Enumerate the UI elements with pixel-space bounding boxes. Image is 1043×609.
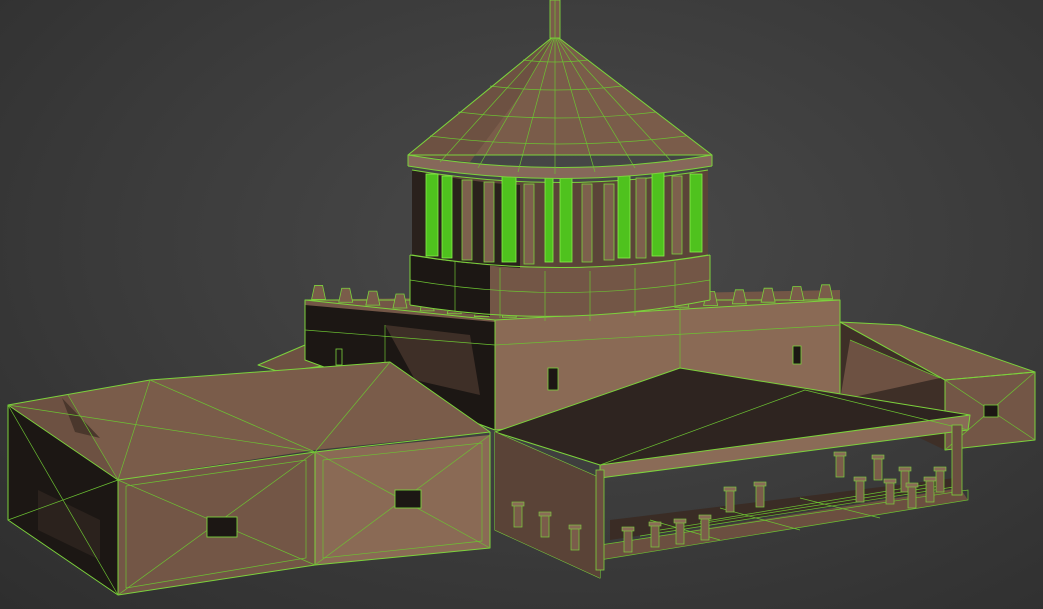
pillar-cap (853, 476, 867, 482)
pillar-cap (833, 451, 847, 457)
pillar-cap (883, 478, 897, 484)
model-render[interactable] (0, 0, 1043, 609)
merlon (818, 284, 834, 300)
pillar-cap (648, 521, 662, 527)
merlon (338, 287, 354, 303)
pillar (700, 517, 710, 541)
pillar-cap (923, 476, 937, 482)
pillar (675, 521, 685, 545)
pillar (623, 529, 633, 553)
pillar-cap (753, 481, 767, 487)
pillar-cap (511, 501, 525, 507)
window-1 (206, 516, 238, 538)
3d-viewport[interactable] (0, 0, 1043, 609)
merlon (311, 285, 327, 300)
pillar (835, 454, 845, 478)
pillar (755, 484, 765, 508)
pillar (907, 485, 917, 509)
merlon (789, 286, 805, 301)
pillar-cap (673, 518, 687, 524)
pillar-cap (933, 466, 947, 472)
pillar-cap (538, 511, 552, 517)
pillar-cap (898, 466, 912, 472)
pillar-cap (871, 454, 885, 460)
pillar (873, 457, 883, 481)
pillar (885, 481, 895, 505)
pillar-cap (698, 514, 712, 520)
pillar-cap (621, 526, 635, 532)
pillar-cap (723, 486, 737, 492)
merlon (365, 290, 381, 306)
left-wing (7, 361, 491, 596)
pillar (540, 514, 550, 538)
pillar (925, 479, 935, 503)
pillar (650, 524, 660, 548)
pillar (935, 469, 945, 493)
pillar (513, 504, 523, 528)
pillar (855, 479, 865, 503)
merlon (392, 293, 408, 309)
pillar-cap (568, 524, 582, 530)
cone-roof (407, 0, 713, 179)
column-1 (425, 173, 439, 257)
pillar (725, 489, 735, 513)
colonnade (411, 169, 709, 268)
pillar (570, 527, 580, 551)
merlon (760, 287, 776, 303)
pillar-cap (905, 482, 919, 488)
window-2 (394, 489, 422, 509)
